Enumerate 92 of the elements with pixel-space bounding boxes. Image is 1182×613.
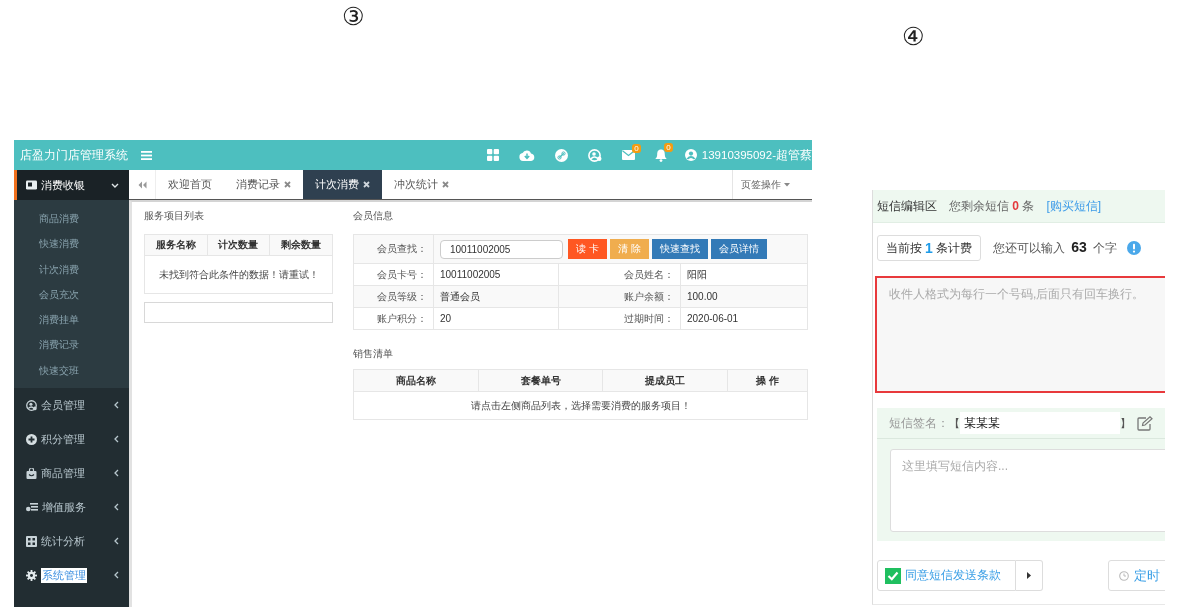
table-cell: 会员查找： bbox=[354, 235, 433, 263]
calculator-icon bbox=[26, 535, 37, 547]
settings-icon bbox=[26, 569, 37, 581]
info-icon[interactable] bbox=[1127, 241, 1142, 255]
clock-icon bbox=[1119, 570, 1129, 581]
agree-terms-button[interactable]: 同意短信发送条款 bbox=[877, 560, 1016, 591]
table-cell: 阳阳 bbox=[681, 264, 807, 285]
sidebar-item[interactable]: 商品管理 bbox=[14, 456, 129, 491]
table-cell: 会员卡号： bbox=[354, 264, 433, 285]
section-title: 会员信息 bbox=[353, 210, 393, 222]
bracket-text: 】 bbox=[1120, 415, 1131, 431]
scheduled-send-button[interactable]: 定时 bbox=[1108, 560, 1165, 591]
app-title: 店盈力门店管理系统 bbox=[19, 146, 129, 164]
remaining-sms-text: 您剩余短信 0 条 bbox=[949, 197, 1035, 215]
table-cell: 普通会员 bbox=[434, 286, 558, 307]
caret-right-icon bbox=[1027, 572, 1031, 579]
buy-sms-link[interactable]: [购买短信] bbox=[1046, 197, 1102, 215]
edit-icon[interactable] bbox=[1137, 415, 1153, 431]
column-header: 操 作 bbox=[728, 370, 807, 391]
sidebar-subitem[interactable]: 消费挂单 bbox=[14, 307, 129, 333]
section-title: 销售清单 bbox=[353, 348, 393, 360]
empty-message: 请点击左侧商品列表，选择需要消费的服务项目！ bbox=[354, 392, 807, 419]
tab-actions-dropdown[interactable]: 页签操作 bbox=[732, 170, 812, 199]
table-cell: 会员等级： bbox=[354, 286, 433, 307]
mail-icon[interactable] bbox=[621, 150, 635, 160]
sidebar-subitem[interactable]: 快速交班 bbox=[14, 357, 129, 384]
recipients-field[interactable]: 收件人格式为每行一个号码,后面只有回车换行。 bbox=[875, 276, 1165, 393]
sidebar-subitem[interactable]: 快速消费 bbox=[14, 231, 129, 257]
notification-count: 0 bbox=[632, 144, 641, 153]
table-cell: 2020-06-01 bbox=[681, 308, 807, 329]
sidebar-item[interactable]: 会员管理 bbox=[14, 388, 129, 423]
member-search-field[interactable]: 10011002005 bbox=[440, 239, 563, 259]
column-header: 计次数量 bbox=[207, 235, 270, 255]
table-cell: 100.00 bbox=[681, 286, 807, 307]
signature-label: 短信签名： bbox=[889, 414, 949, 432]
table-cell: 账户余额： bbox=[559, 286, 680, 307]
caret-down-icon bbox=[784, 182, 790, 187]
checkbox[interactable] bbox=[885, 567, 901, 584]
table-cell: 过期时间： bbox=[559, 308, 680, 329]
column-header: 剩余数量 bbox=[270, 235, 332, 255]
figure-label: ④ bbox=[902, 24, 925, 49]
dropdown-toggle-button[interactable] bbox=[1016, 560, 1043, 591]
tab[interactable]: 冲次统计 bbox=[382, 170, 461, 199]
user-settings-icon bbox=[26, 399, 37, 411]
sidebar-item[interactable]: 消费收银 bbox=[14, 170, 129, 200]
close-icon[interactable] bbox=[284, 181, 291, 188]
bag-icon bbox=[26, 467, 37, 479]
column-header: 服务名称 bbox=[145, 235, 207, 255]
table-cell: 10011002005 bbox=[434, 264, 558, 285]
input-field[interactable] bbox=[144, 302, 333, 323]
close-icon[interactable] bbox=[442, 181, 449, 188]
grid-icon[interactable] bbox=[486, 149, 499, 161]
tab[interactable]: 计次消费 bbox=[303, 170, 382, 199]
empty-message: 未找到符合此条件的数据！请重试！ bbox=[145, 256, 332, 293]
figure-label: ③ bbox=[342, 4, 365, 29]
signature-field[interactable]: 某某某 bbox=[960, 412, 1120, 434]
notification-count: 0 bbox=[664, 142, 673, 152]
sidebar-item[interactable]: 积分管理 bbox=[14, 422, 129, 457]
sidebar-item[interactable]: 系统管理 bbox=[14, 558, 129, 593]
action-button[interactable]: 会员详情 bbox=[710, 239, 767, 259]
sidebar-subitem[interactable]: 消费记录 bbox=[14, 332, 129, 358]
sidebar-subitem[interactable]: 商品消费 bbox=[14, 206, 129, 232]
tab[interactable]: 欢迎首页 bbox=[156, 170, 224, 199]
table-cell: 会员姓名： bbox=[559, 264, 680, 285]
sidebar-item[interactable]: 增值服务 bbox=[14, 490, 129, 525]
column-header: 提成员工 bbox=[603, 370, 727, 391]
link-circle-icon[interactable] bbox=[554, 148, 568, 162]
bell-icon[interactable] bbox=[654, 148, 667, 162]
char-count-text: 您还可以输入 63 个字 bbox=[992, 239, 1118, 257]
list-card-icon bbox=[26, 502, 38, 513]
plus-circle-icon bbox=[26, 433, 37, 445]
action-button[interactable]: 快速查找 bbox=[651, 239, 708, 259]
column-header: 商品名称 bbox=[354, 370, 478, 391]
sidebar-item[interactable]: 统计分析 bbox=[14, 524, 129, 559]
sidebar-subitem[interactable]: 会员充次 bbox=[14, 281, 129, 308]
tab[interactable]: 消费记录 bbox=[224, 170, 303, 199]
panel-title: 短信编辑区 bbox=[877, 197, 937, 215]
bracket-text: 【 bbox=[949, 415, 960, 431]
table-cell: 账户积分： bbox=[354, 308, 433, 329]
action-button[interactable]: 读 卡 bbox=[568, 239, 607, 259]
card-icon bbox=[26, 180, 37, 190]
user-circle-icon[interactable] bbox=[684, 149, 697, 161]
sidebar-subitem[interactable]: 计次消费 bbox=[14, 256, 129, 282]
cloud-download-icon[interactable] bbox=[518, 149, 535, 161]
billing-rule-label: 当前按 1 条计费 bbox=[877, 235, 981, 261]
double-chevron-left-icon bbox=[137, 180, 147, 189]
menu-icon[interactable] bbox=[141, 150, 152, 160]
message-content-field[interactable]: 这里填写短信内容... bbox=[890, 449, 1165, 532]
user-settings-icon[interactable] bbox=[587, 148, 602, 162]
table-cell: 20 bbox=[434, 308, 558, 329]
section-title: 服务项目列表 bbox=[144, 210, 204, 222]
column-header: 套餐单号 bbox=[479, 370, 602, 391]
